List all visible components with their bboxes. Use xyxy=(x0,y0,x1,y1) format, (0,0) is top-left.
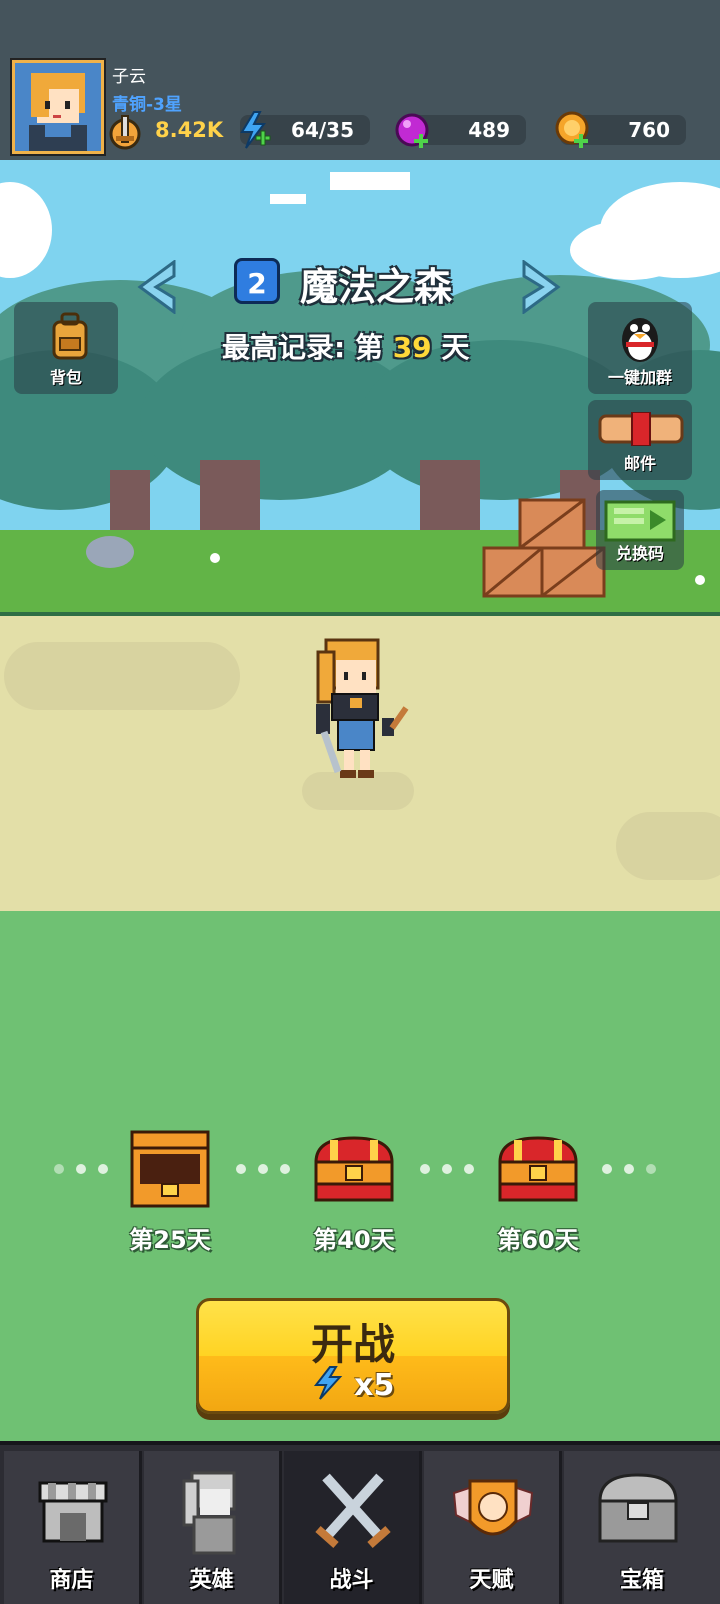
nav-tab-talent[interactable]: 天赋 xyxy=(424,1451,562,1604)
road-patch xyxy=(616,812,720,880)
join-group-button[interactable]: 一键加群 xyxy=(588,302,692,394)
day60-chest[interactable] xyxy=(496,1132,580,1204)
start-battle-cost-value: x5 xyxy=(354,1368,395,1403)
progress-dot xyxy=(236,1164,246,1174)
nav-tab-hero[interactable]: 英雄 xyxy=(144,1451,282,1604)
hero-icon xyxy=(182,1471,236,1555)
progress-dot xyxy=(646,1164,656,1174)
day25-chest[interactable] xyxy=(128,1128,212,1210)
best-record-day: 39 xyxy=(392,331,432,364)
progress-dot xyxy=(420,1164,430,1174)
nav-tab-talent-label: 天赋 xyxy=(469,1568,514,1593)
energy-value: 64/35 xyxy=(291,118,354,142)
nav-tab-chest[interactable]: 宝箱 xyxy=(564,1451,720,1604)
hero-portrait-icon xyxy=(15,63,101,151)
best-record: 最高记录: 第 39 天 xyxy=(222,326,469,366)
nav-tab-battle[interactable]: 战斗 xyxy=(284,1451,422,1604)
player-rank: 青铜-3星 xyxy=(112,95,182,115)
best-record-prefix: 最高记录: 第 xyxy=(222,331,383,364)
backpack-label: 背包 xyxy=(49,368,82,387)
join-group-label: 一键加群 xyxy=(607,368,672,387)
start-battle-cost: x5 xyxy=(199,1365,507,1403)
power-value: 8.42K xyxy=(155,118,224,142)
road-patch xyxy=(4,642,240,710)
player-name: 子云 xyxy=(112,67,146,87)
stage-number-badge: 2 xyxy=(234,258,280,304)
chest-icon xyxy=(598,1473,678,1543)
gem-add-icon[interactable] xyxy=(394,112,432,150)
nav-tab-shop[interactable]: 商店 xyxy=(4,1451,142,1604)
mail-button[interactable]: 邮件 xyxy=(588,400,692,480)
mail-label: 邮件 xyxy=(623,454,656,473)
treasure-chest-icon xyxy=(498,1136,578,1202)
talent-fist-icon xyxy=(452,1479,534,1536)
hero-character[interactable] xyxy=(298,632,418,788)
bottom-navigation: 商店 英雄 战斗 天赋 宝箱 xyxy=(0,1441,720,1604)
progress-dot xyxy=(602,1164,612,1174)
nav-tab-battle-label: 战斗 xyxy=(329,1568,374,1593)
chest-day-label: 第60天 xyxy=(497,1226,579,1254)
progress-dot xyxy=(76,1164,86,1174)
day40-chest[interactable] xyxy=(312,1132,396,1204)
gem-value: 489 xyxy=(468,118,510,142)
nav-tab-shop-label: 商店 xyxy=(49,1568,94,1593)
shop-icon xyxy=(38,1481,108,1543)
redeem-ticket-icon xyxy=(604,500,676,542)
stage-name: 魔法之森 xyxy=(300,265,453,309)
crossed-swords-icon xyxy=(315,1473,391,1548)
start-battle-label: 开战 xyxy=(310,1320,395,1369)
energy-bolt-icon xyxy=(313,1366,342,1400)
nav-tab-hero-label: 英雄 xyxy=(189,1568,234,1593)
coin-value: 760 xyxy=(628,118,670,142)
progress-dot xyxy=(54,1164,64,1174)
start-battle-button[interactable]: 开战 x5 xyxy=(196,1298,510,1414)
progress-dot xyxy=(280,1164,290,1174)
opened-chest-icon xyxy=(130,1130,210,1208)
treasure-chest-icon xyxy=(314,1136,394,1202)
power-helmet-icon xyxy=(109,115,141,150)
coin-add-icon[interactable] xyxy=(554,110,592,150)
penguin-qq-icon xyxy=(622,318,658,362)
progress-dot xyxy=(98,1164,108,1174)
best-record-suffix: 天 xyxy=(441,331,470,364)
next-stage-arrow-icon[interactable] xyxy=(520,260,564,314)
chest-day-label: 第25天 xyxy=(129,1226,211,1254)
backpack-icon xyxy=(52,312,88,360)
player-avatar[interactable] xyxy=(12,60,104,154)
redeem-code-button[interactable]: 兑换码 xyxy=(596,490,684,570)
backpack-button[interactable]: 背包 xyxy=(14,302,118,394)
nav-tab-chest-label: 宝箱 xyxy=(619,1568,664,1593)
previous-stage-arrow-icon[interactable] xyxy=(134,260,178,314)
chest-day-label: 第40天 xyxy=(313,1226,395,1254)
energy-add-icon[interactable] xyxy=(236,110,272,150)
mail-scroll-icon xyxy=(598,412,684,446)
redeem-code-label: 兑换码 xyxy=(615,544,664,563)
progress-dot xyxy=(258,1164,268,1174)
progress-dot xyxy=(624,1164,634,1174)
progress-dot xyxy=(442,1164,452,1174)
progress-dot xyxy=(464,1164,474,1174)
